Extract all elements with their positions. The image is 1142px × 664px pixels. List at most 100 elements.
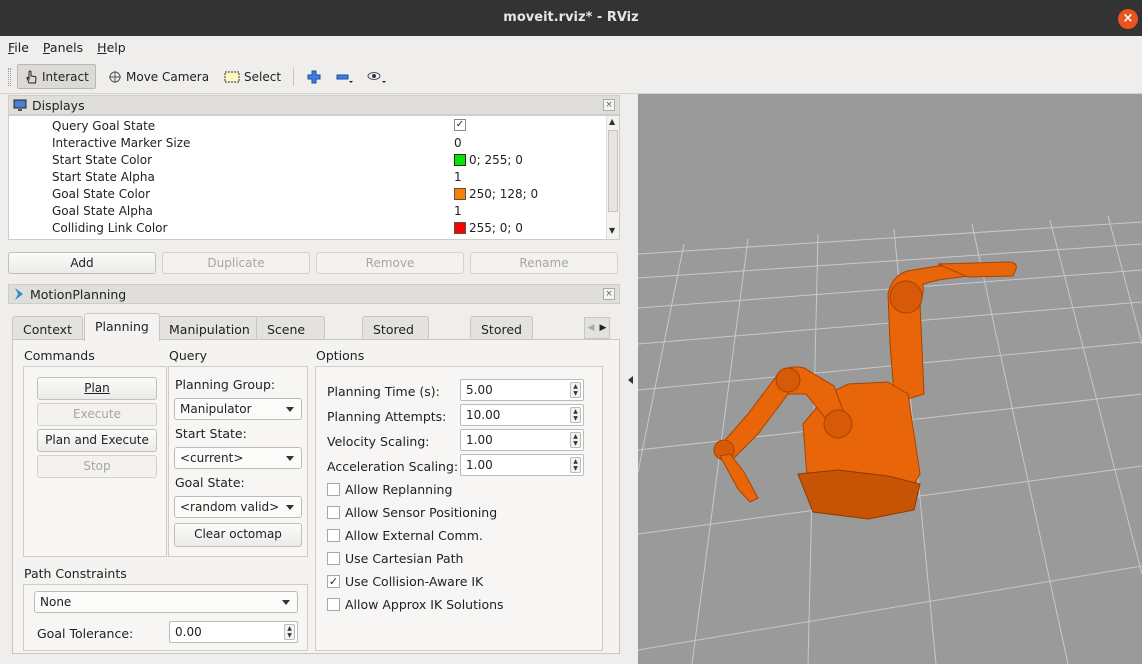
- allow-external-comm-checkbox[interactable]: Allow External Comm.: [327, 528, 483, 543]
- acceleration-scaling-label: Acceleration Scaling:: [327, 459, 459, 474]
- tab-planning[interactable]: Planning: [84, 313, 160, 341]
- display-row-goal-state-color[interactable]: Goal State Color 250; 128; 0: [9, 185, 607, 202]
- allow-approx-ik-checkbox[interactable]: Allow Approx IK Solutions: [327, 597, 504, 612]
- planning-attempts-value: 10.00: [466, 408, 501, 422]
- clear-octomap-button[interactable]: Clear octomap: [174, 523, 302, 547]
- toolbar-grip[interactable]: [8, 68, 11, 86]
- tab-scene-objects[interactable]: Scene Objects: [256, 316, 326, 352]
- planning-attempts-input[interactable]: 10.00 ▲ ▼: [460, 404, 584, 426]
- colliding-link-color-value[interactable]: 255; 0; 0: [454, 221, 523, 235]
- execute-button[interactable]: Execute: [37, 403, 157, 426]
- display-row-value[interactable]: 1: [454, 170, 462, 184]
- display-row-interactive-marker-size[interactable]: Interactive Marker Size 0: [9, 134, 607, 151]
- toolbar-separator: [293, 68, 294, 86]
- window-title: moveit.rviz* - RViz: [503, 10, 639, 25]
- color-text: 0; 255; 0: [469, 153, 523, 167]
- tab-scroll-buttons[interactable]: ◀ ▶: [584, 317, 610, 339]
- stop-label: Stop: [83, 459, 111, 473]
- tab-scroll-left-icon[interactable]: ◀: [588, 323, 595, 333]
- display-row-start-state-color[interactable]: Start State Color 0; 255; 0: [9, 151, 607, 168]
- menu-file[interactable]: File: [0, 36, 35, 55]
- display-row-query-goal-state[interactable]: Query Goal State ✓: [9, 117, 607, 134]
- plan-and-execute-button[interactable]: Plan and Execute: [37, 429, 157, 452]
- use-collision-aware-ik-checkbox[interactable]: ✓ Use Collision-Aware IK: [327, 574, 483, 589]
- remove-tool-button[interactable]: [330, 64, 360, 89]
- spin-arrows-icon[interactable]: ▲ ▼: [570, 457, 581, 473]
- close-displays-panel-button[interactable]: ×: [603, 99, 615, 111]
- spin-arrows-icon[interactable]: ▲ ▼: [570, 382, 581, 398]
- scrollbar-thumb[interactable]: [608, 130, 618, 212]
- close-motion-planning-panel-button[interactable]: ×: [603, 288, 615, 300]
- plan-button[interactable]: Plan: [37, 377, 157, 400]
- planning-time-value: 5.00: [466, 383, 493, 397]
- start-state-color-value[interactable]: 0; 255; 0: [454, 153, 523, 167]
- plus-icon: [307, 70, 321, 83]
- scroll-down-icon[interactable]: ▼: [609, 226, 615, 235]
- tab-stored-scenes[interactable]: Stored Scenes: [362, 316, 429, 352]
- display-row-colliding-link-color[interactable]: Colliding Link Color 255; 0; 0: [9, 219, 607, 236]
- scroll-up-icon[interactable]: ▲: [609, 117, 615, 126]
- goal-state-label: Goal State:: [175, 475, 245, 490]
- displays-tree[interactable]: Query Goal State ✓ Interactive Marker Si…: [8, 115, 620, 240]
- display-row-label: Query Goal State: [52, 119, 156, 133]
- planning-attempts-label: Planning Attempts:: [327, 409, 447, 424]
- acceleration-scaling-input[interactable]: 1.00 ▲ ▼: [460, 454, 584, 476]
- allow-sensor-positioning-checkbox[interactable]: Allow Sensor Positioning: [327, 505, 497, 520]
- displays-panel-header: Displays ×: [8, 95, 620, 115]
- displays-scrollbar[interactable]: ▲ ▼: [606, 116, 619, 239]
- velocity-scaling-input[interactable]: 1.00 ▲ ▼: [460, 429, 584, 451]
- goal-tolerance-label: Goal Tolerance:: [37, 626, 134, 641]
- planning-group-select[interactable]: Manipulator: [174, 398, 302, 420]
- planning-group-value: Manipulator: [180, 402, 252, 416]
- display-row-start-state-alpha[interactable]: Start State Alpha 1: [9, 168, 607, 185]
- add-display-button[interactable]: Add: [8, 252, 156, 274]
- query-goal-state-checkbox[interactable]: ✓: [454, 119, 466, 131]
- move-camera-tool-button[interactable]: Move Camera: [102, 64, 215, 89]
- tab-manipulation[interactable]: Manipulation: [158, 316, 261, 340]
- display-row-value[interactable]: 1: [454, 204, 462, 218]
- display-row-goal-state-alpha[interactable]: Goal State Alpha 1: [9, 202, 607, 219]
- viewport-scene[interactable]: [638, 94, 1142, 664]
- display-row-label: Goal State Color: [52, 187, 151, 201]
- goal-tolerance-value: 0.00: [175, 625, 202, 639]
- add-tool-button[interactable]: [301, 64, 327, 89]
- stop-button[interactable]: Stop: [37, 455, 157, 478]
- goal-state-select[interactable]: <random valid>: [174, 496, 302, 518]
- spin-arrows-icon[interactable]: ▲ ▼: [284, 624, 295, 640]
- use-cartesian-path-checkbox[interactable]: Use Cartesian Path: [327, 551, 463, 566]
- duplicate-display-button[interactable]: Duplicate: [162, 252, 310, 274]
- goal-tolerance-input[interactable]: 0.00 ▲ ▼: [169, 621, 298, 643]
- menu-panels[interactable]: Panels: [35, 36, 89, 55]
- interact-tool-button[interactable]: Interact: [17, 64, 96, 89]
- display-row-value[interactable]: 0: [454, 136, 462, 150]
- checkbox-label: Use Collision-Aware IK: [345, 574, 484, 589]
- display-row-label: Colliding Link Color: [52, 221, 168, 235]
- select-tool-button[interactable]: Select: [218, 64, 287, 89]
- remove-display-button[interactable]: Remove: [316, 252, 464, 274]
- planning-time-input[interactable]: 5.00 ▲ ▼: [460, 379, 584, 401]
- collapse-panel-arrow-icon[interactable]: [628, 376, 633, 384]
- path-constraints-select[interactable]: None: [34, 591, 298, 613]
- path-constraints-group: None Goal Tolerance: 0.00 ▲ ▼: [23, 584, 308, 651]
- start-state-select[interactable]: <current>: [174, 447, 302, 469]
- planning-time-label: Planning Time (s):: [327, 384, 440, 399]
- acceleration-scaling-value: 1.00: [466, 458, 493, 472]
- menu-help[interactable]: Help: [89, 36, 132, 55]
- minus-icon: [336, 74, 353, 83]
- allow-replanning-checkbox[interactable]: Allow Replanning: [327, 482, 452, 497]
- eye-icon: [367, 71, 386, 83]
- tab-stored-states[interactable]: Stored States: [470, 316, 533, 352]
- rename-display-button[interactable]: Rename: [470, 252, 618, 274]
- checkbox-box: [327, 598, 340, 611]
- tab-scroll-right-icon[interactable]: ▶: [600, 323, 607, 333]
- spin-arrows-icon[interactable]: ▲ ▼: [570, 432, 581, 448]
- goal-state-color-value[interactable]: 250; 128; 0: [454, 187, 538, 201]
- render-viewport[interactable]: [638, 94, 1142, 664]
- spin-arrows-icon[interactable]: ▲ ▼: [570, 407, 581, 423]
- robot-arm-model[interactable]: [713, 261, 1017, 520]
- options-group: Planning Time (s): 5.00 ▲ ▼ Planning Attem…: [315, 366, 603, 651]
- close-window-button[interactable]: ×: [1118, 9, 1138, 29]
- tab-context[interactable]: Context: [12, 316, 83, 340]
- view-options-button[interactable]: [360, 64, 394, 89]
- checkbox-box: [327, 506, 340, 519]
